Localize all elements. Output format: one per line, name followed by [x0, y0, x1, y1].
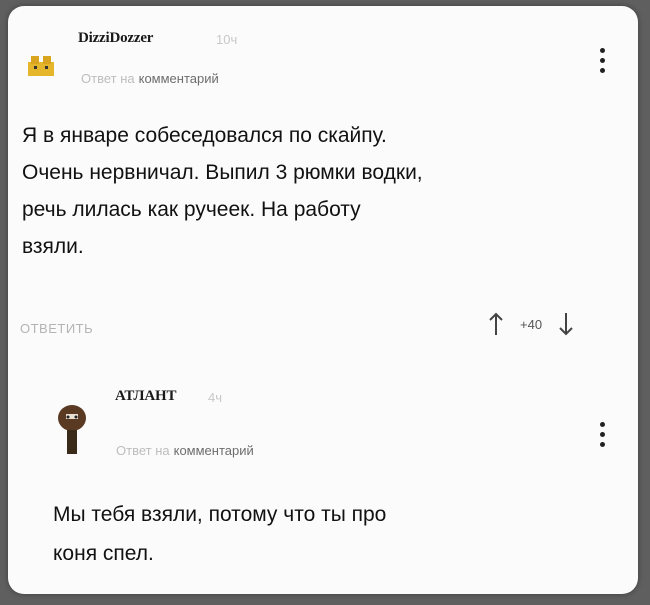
- comment-username[interactable]: АТЛАНТ: [115, 388, 176, 405]
- reply-button[interactable]: ОТВЕТИТЬ: [20, 321, 93, 336]
- comment-username[interactable]: DizziDozzer: [78, 30, 153, 47]
- avatar[interactable]: [26, 48, 56, 78]
- reply-to-line[interactable]: Ответ на комментарий: [116, 443, 254, 458]
- reply-target-link[interactable]: комментарий: [174, 443, 254, 458]
- vote-controls: +40: [488, 311, 574, 337]
- comment-text-line: Очень нервничал. Выпил 3 рюмки водки,: [22, 161, 423, 184]
- avatar[interactable]: [56, 402, 88, 458]
- comment-text-line: взяли.: [22, 235, 84, 258]
- cat-avatar-icon: [28, 56, 54, 76]
- reply-target-link[interactable]: комментарий: [139, 71, 219, 86]
- more-vertical-icon[interactable]: [600, 48, 606, 73]
- comment-text-line: речь лилась как ручеек. На работу: [22, 198, 361, 221]
- vote-score: +40: [520, 316, 543, 332]
- comment-thread-card: DizziDozzer 10ч Ответ на комментарий Я в …: [8, 6, 638, 594]
- arrow-up-icon[interactable]: [488, 311, 504, 337]
- reply-to-line[interactable]: Ответ на комментарий: [81, 71, 219, 86]
- portrait-avatar-icon: [58, 405, 86, 454]
- comment-time: 10ч: [216, 32, 238, 47]
- comment-text-line: Мы тебя взяли, потому что ты про: [53, 503, 387, 526]
- arrow-down-icon[interactable]: [558, 311, 574, 337]
- reply-prefix: Ответ на: [116, 443, 170, 458]
- comment-time: 4ч: [208, 390, 223, 405]
- comment-text-line: Я в январе собеседовался по скайпу.: [22, 124, 387, 147]
- more-vertical-icon[interactable]: [600, 422, 606, 447]
- reply-prefix: Ответ на: [81, 71, 135, 86]
- comment-text-line: коня спел.: [53, 542, 154, 565]
